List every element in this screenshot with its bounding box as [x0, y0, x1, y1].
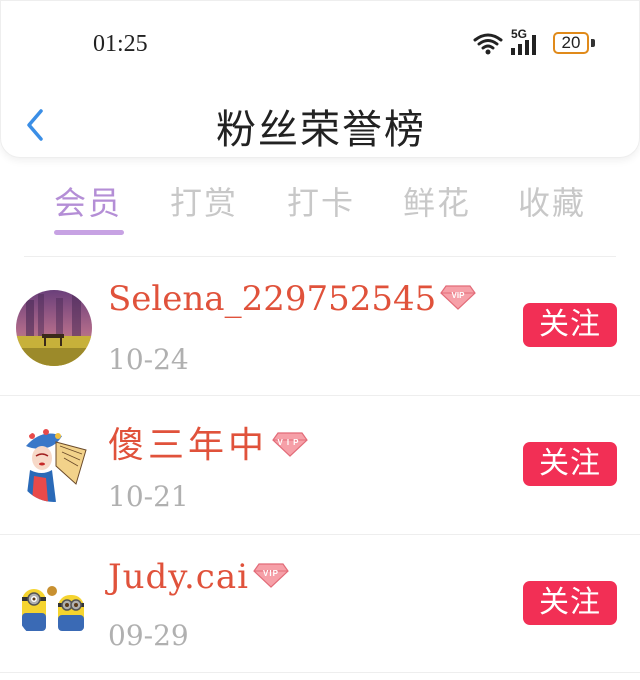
- list-item[interactable]: 傻三年中 VIP 10-21 关注: [0, 396, 640, 534]
- page-title: 粉丝荣誉榜: [216, 107, 426, 153]
- follow-button[interactable]: 关注: [523, 581, 617, 625]
- vip-diamond-icon: VIP: [440, 285, 477, 310]
- user-name[interactable]: Judy.cai VIP: [108, 557, 289, 597]
- landscape-avatar-image: [16, 290, 92, 366]
- opera-figure-avatar-image: [16, 426, 92, 502]
- vip-label: VIP: [452, 291, 466, 300]
- battery-level: 20: [561, 33, 581, 52]
- battery-icon: 20: [553, 32, 589, 54]
- active-tab-indicator: [54, 230, 124, 235]
- user-name-text: Selena_229752545: [108, 279, 437, 319]
- follow-button[interactable]: 关注: [523, 303, 617, 347]
- wifi-icon: [473, 33, 503, 55]
- vip-diamond-icon: VIP: [253, 563, 289, 588]
- status-time: 01:25: [93, 31, 148, 57]
- user-name[interactable]: Selena_229752545 VIP: [108, 279, 477, 319]
- avatar[interactable]: [16, 290, 92, 366]
- vip-label: VIP: [278, 438, 303, 447]
- user-date: 10-21: [108, 480, 189, 513]
- tab-bar: 会员 打赏 打卡 鲜花 收藏: [0, 172, 640, 232]
- battery-tip: [591, 39, 595, 47]
- avatar[interactable]: [16, 567, 92, 643]
- user-date: 09-29: [108, 619, 189, 652]
- user-name[interactable]: 傻三年中 VIP: [108, 416, 308, 468]
- tab-flowers[interactable]: 鲜花: [403, 178, 471, 224]
- tab-checkin[interactable]: 打卡: [287, 178, 355, 224]
- list-item[interactable]: Selena_229752545 VIP 10-24 关注: [0, 257, 640, 395]
- avatar[interactable]: [16, 426, 92, 502]
- header-bar: 01:25 5G 20 粉丝荣誉榜: [0, 0, 640, 158]
- vip-label: VIP: [263, 569, 279, 578]
- user-date: 10-24: [108, 343, 189, 376]
- user-name-text: Judy.cai: [108, 557, 249, 597]
- signal-icon: [511, 35, 536, 55]
- minions-avatar-image: [16, 567, 92, 643]
- tab-members[interactable]: 会员: [54, 178, 122, 224]
- tab-favorites[interactable]: 收藏: [518, 178, 586, 224]
- tab-rewards[interactable]: 打赏: [170, 178, 238, 224]
- row-divider: [0, 672, 640, 673]
- vip-diamond-icon: VIP: [272, 432, 308, 457]
- user-name-text: 傻三年中: [108, 425, 269, 466]
- follow-button[interactable]: 关注: [523, 442, 617, 486]
- list-item[interactable]: Judy.cai VIP 09-29 关注: [0, 535, 640, 673]
